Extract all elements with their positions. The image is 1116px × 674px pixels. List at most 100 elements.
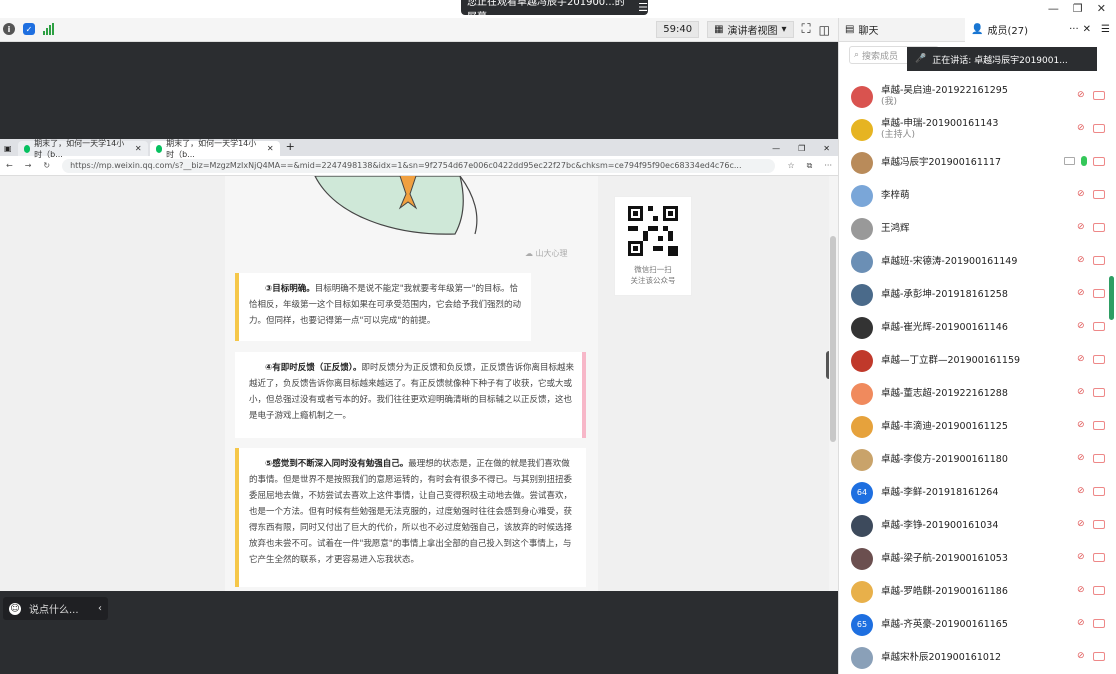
member-row[interactable]: 卓越-承彭坤-201918161258 ⊘ [839, 278, 1109, 311]
browser-restore-icon[interactable]: ❐ [798, 144, 805, 153]
minimize-icon[interactable]: — [1048, 2, 1059, 15]
mic-off-icon[interactable]: ⊘ [1077, 255, 1087, 266]
mic-off-icon[interactable]: ⊘ [1077, 552, 1087, 563]
mic-off-icon[interactable]: ⊘ [1077, 321, 1087, 332]
sidebar-toggle-icon[interactable]: ◫ [819, 23, 830, 37]
member-list: 卓越-吴启迪-201922161295 (我) ⊘ 卓越-申瑞-20190016114… [839, 80, 1109, 674]
mic-off-icon[interactable]: ⊘ [1077, 618, 1087, 629]
collections-icon[interactable]: ⧉ [807, 161, 813, 171]
member-row[interactable]: 卓越-梁子航-201900161053 ⊘ [839, 542, 1109, 575]
browser-tab-2[interactable]: 期末了，如何一天学14小时（b... ✕ [149, 139, 280, 159]
mic-off-icon[interactable]: ⊘ [1077, 222, 1087, 233]
camera-off-icon[interactable] [1093, 652, 1105, 661]
forward-icon[interactable]: → [25, 161, 32, 170]
member-row[interactable]: 王鸿辉 ⊘ [839, 212, 1109, 245]
mic-off-icon[interactable]: ⊘ [1077, 585, 1087, 596]
camera-off-icon[interactable] [1093, 619, 1105, 628]
member-row[interactable]: 李梓萌 ⊘ [839, 179, 1109, 212]
back-icon[interactable]: ← [6, 161, 13, 170]
view-mode-dropdown[interactable]: ▦ 演讲者视图 ▾ [707, 21, 794, 38]
camera-off-icon[interactable] [1093, 487, 1105, 496]
more-icon[interactable]: ··· [824, 161, 832, 170]
mic-off-icon[interactable]: ⊘ [1077, 420, 1087, 431]
camera-off-icon[interactable] [1093, 421, 1105, 430]
favorite-icon[interactable]: ☆ [787, 161, 794, 170]
mic-off-icon[interactable]: ⊘ [1077, 288, 1087, 299]
mic-off-icon[interactable]: ⊘ [1077, 387, 1087, 398]
member-row[interactable]: 65 卓越-齐英豪-201900161165 ⊘ [839, 608, 1109, 641]
chevron-left-icon[interactable]: ‹ [98, 603, 102, 614]
new-tab-icon[interactable]: + [286, 140, 295, 153]
camera-off-icon[interactable] [1093, 289, 1105, 298]
browser-tab-bar: ▣ 期末了，如何一天学14小时（b... ✕ 期末了，如何一天学14小时（b...… [0, 139, 838, 159]
emoji-icon[interactable]: ☺ [9, 602, 21, 615]
chat-input-box[interactable]: ☺ 说点什么... ‹ [3, 597, 108, 620]
member-row[interactable]: 卓越-罗皓麒-201900161186 ⊘ [839, 575, 1109, 608]
more-icon[interactable]: ··· [1069, 24, 1079, 35]
member-list-scrollbar[interactable] [1109, 276, 1114, 320]
camera-off-icon[interactable] [1093, 91, 1105, 100]
browser-minimize-icon[interactable]: — [772, 144, 780, 153]
camera-off-icon[interactable] [1093, 223, 1105, 232]
camera-off-icon[interactable] [1093, 388, 1105, 397]
member-row[interactable]: 卓越宋朴辰201900161012 ⊘ [839, 641, 1109, 674]
url-field[interactable]: https://mp.weixin.qq.com/s?__biz=MzgzMzI… [62, 158, 776, 173]
mic-off-icon[interactable]: ⊘ [1077, 90, 1087, 101]
screen-share-banner: 您正在观看卓越冯辰宇201900...的屏幕 ☰ [461, 0, 648, 23]
member-row[interactable]: 卓越-吴启迪-201922161295 (我) ⊘ [839, 80, 1109, 113]
mic-off-icon[interactable]: ⊘ [1077, 354, 1087, 365]
camera-off-icon[interactable] [1093, 553, 1105, 562]
chat-placeholder: 说点什么... [29, 605, 79, 616]
avatar: 64 [851, 481, 873, 504]
avatar [851, 415, 873, 438]
mic-off-icon[interactable]: ⊘ [1077, 453, 1087, 464]
mic-off-icon[interactable]: ⊘ [1077, 189, 1087, 200]
close-tab-icon[interactable]: ✕ [135, 144, 142, 153]
tab-members[interactable]: 👤 成员(27) ··· ✕ ☰ [965, 17, 1116, 42]
member-row[interactable]: 卓越-崔光辉-201900161146 ⊘ [839, 311, 1109, 344]
refresh-icon[interactable]: ↻ [43, 161, 50, 170]
close-icon[interactable]: ✕ [1097, 2, 1106, 15]
member-row[interactable]: 卓越-李铮-201900161034 ⊘ [839, 509, 1109, 542]
tab-actions-icon[interactable]: ▣ [4, 144, 12, 153]
mic-off-icon[interactable]: ⊘ [1077, 123, 1087, 134]
camera-off-icon[interactable] [1093, 322, 1105, 331]
member-row[interactable]: 64 卓越-李鲜-201918161264 ⊘ [839, 476, 1109, 509]
mic-off-icon[interactable]: ⊘ [1077, 519, 1087, 530]
camera-off-icon[interactable] [1093, 586, 1105, 595]
member-row[interactable]: 卓越班-宋德涛-201900161149 ⊘ [839, 245, 1109, 278]
camera-off-icon[interactable] [1093, 190, 1105, 199]
mic-off-icon[interactable]: ⊘ [1077, 486, 1087, 497]
member-name: 卓越班-宋德涛-201900161149 [881, 255, 1018, 267]
menu-icon[interactable]: ☰ [638, 1, 648, 14]
member-row[interactable]: 卓越-丰滴迪-201900161125 ⊘ [839, 410, 1109, 443]
wechat-icon [23, 144, 31, 153]
info-icon[interactable]: i [3, 23, 15, 35]
camera-off-icon[interactable] [1093, 124, 1105, 133]
camera-off-icon[interactable] [1093, 520, 1105, 529]
member-row[interactable]: 卓越—丁立群—201900161159 ⊘ [839, 344, 1109, 377]
camera-off-icon[interactable] [1093, 157, 1105, 166]
paragraph-heading: ④有即时反馈（正反馈）。 [265, 363, 362, 373]
tab-chat[interactable]: ▤ 聊天 [839, 18, 965, 42]
qr-code-card: 微信扫一扫 关注该公众号 [614, 196, 692, 296]
list-menu-icon[interactable]: ☰ [1101, 24, 1110, 35]
close-tab-icon[interactable]: ✕ [267, 144, 274, 153]
camera-off-icon[interactable] [1093, 355, 1105, 364]
member-row[interactable]: 卓越-董志超-201922161288 ⊘ [839, 377, 1109, 410]
browser-tab-1[interactable]: 期末了，如何一天学14小时（b... ✕ [17, 139, 148, 159]
camera-off-icon[interactable] [1093, 256, 1105, 265]
page-scrollbar[interactable] [829, 176, 838, 591]
avatar [851, 283, 873, 306]
mic-on-icon[interactable] [1081, 156, 1087, 166]
mic-off-icon[interactable]: ⊘ [1077, 651, 1087, 662]
member-row[interactable]: 卓越冯辰宇201900161117 [839, 146, 1109, 179]
shield-icon[interactable]: ✓ [23, 23, 35, 35]
close-icon[interactable]: ✕ [1083, 24, 1091, 35]
restore-icon[interactable]: ❐ [1073, 2, 1083, 15]
fullscreen-icon[interactable]: ⛶ [802, 22, 811, 37]
camera-off-icon[interactable] [1093, 454, 1105, 463]
member-row[interactable]: 卓越-申瑞-201900161143 (主持人) ⊘ [839, 113, 1109, 146]
browser-close-icon[interactable]: ✕ [823, 144, 830, 153]
member-row[interactable]: 卓越-李俊方-201900161180 ⊘ [839, 443, 1109, 476]
